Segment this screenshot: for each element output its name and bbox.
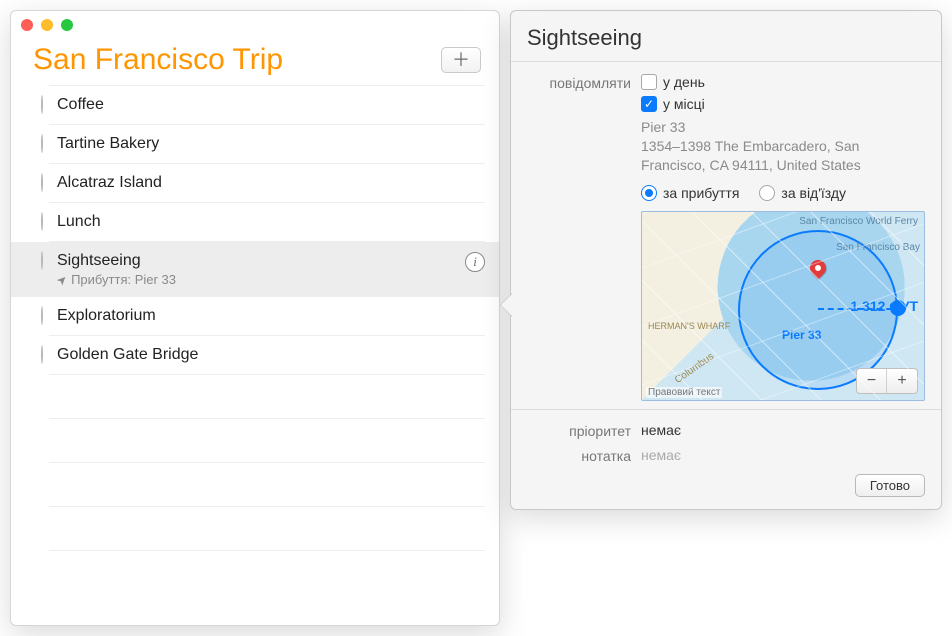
map-text-ferry: San Francisco World Ferry <box>799 216 918 227</box>
priority-value[interactable]: немає <box>641 422 925 439</box>
reminder-title: Lunch <box>57 213 471 231</box>
location-street: 1354–1398 The Embarcadero, San Francisco… <box>641 138 861 173</box>
reminder-title: Exploratorium <box>57 307 471 325</box>
location-address[interactable]: Pier 33 1354–1398 The Embarcadero, San F… <box>641 118 925 175</box>
location-name: Pier 33 <box>641 119 685 135</box>
priority-label: пріоритет <box>527 422 631 439</box>
geofence-distance-label: 1 312 ФУТ <box>850 298 918 314</box>
map-text-street: Columbus <box>673 351 716 386</box>
map-zoom-control: − + <box>856 368 918 394</box>
empty-row <box>49 463 485 507</box>
map-pin-label: Pier 33 <box>782 328 821 342</box>
complete-checkbox[interactable] <box>41 345 43 364</box>
done-button[interactable]: Готово <box>855 474 925 497</box>
reminders-window: San Francisco Trip ＋ Coffee Tartine Baker… <box>10 10 500 626</box>
location-arrow-icon: ➤ <box>54 271 71 288</box>
reminder-subtitle: ➤Прибуття: Pier 33 <box>57 272 451 287</box>
window-zoom-button[interactable] <box>61 19 73 31</box>
reminder-list: Coffee Tartine Bakery Alcatraz Island Lunch… <box>11 85 499 551</box>
window-titlebar <box>11 11 499 39</box>
reminder-title: Tartine Bakery <box>57 135 471 153</box>
complete-checkbox[interactable] <box>41 306 43 325</box>
arriving-label: за прибуття <box>663 185 739 201</box>
reminder-title: Alcatraz Island <box>57 174 471 192</box>
list-title: San Francisco Trip <box>33 43 441 77</box>
map-text-wharf: HERMAN'S WHARF <box>648 322 730 331</box>
map-zoom-out-button[interactable]: − <box>857 369 887 393</box>
complete-checkbox[interactable] <box>41 95 43 114</box>
remind-at-location-label: у місці <box>663 96 705 112</box>
window-close-button[interactable] <box>21 19 33 31</box>
remind-at-location-checkbox[interactable] <box>641 96 657 112</box>
add-reminder-button[interactable]: ＋ <box>441 47 481 73</box>
reminder-detail-popover: Sightseeing повідомляти у день у місці P… <box>510 10 942 510</box>
detail-title[interactable]: Sightseeing <box>527 25 925 51</box>
complete-checkbox[interactable] <box>41 173 43 192</box>
divider <box>511 61 941 62</box>
empty-row <box>49 419 485 463</box>
reminder-item[interactable]: Exploratorium <box>49 297 485 336</box>
empty-row <box>49 375 485 419</box>
arriving-radio[interactable] <box>641 185 657 201</box>
reminder-item[interactable]: Coffee <box>49 85 485 125</box>
popover-arrow <box>501 293 513 317</box>
reminder-title: Sightseeing <box>57 252 451 270</box>
list-header: San Francisco Trip ＋ <box>11 39 499 85</box>
complete-checkbox[interactable] <box>41 251 43 270</box>
empty-row <box>49 507 485 551</box>
reminder-item[interactable]: Alcatraz Island <box>49 164 485 203</box>
reminder-item[interactable]: Sightseeing ➤Прибуття: Pier 33 i <box>11 242 499 297</box>
note-field[interactable]: немає <box>641 447 925 464</box>
leaving-radio[interactable] <box>759 185 775 201</box>
map-zoom-in-button[interactable]: + <box>887 369 917 393</box>
info-button[interactable]: i <box>465 252 485 272</box>
map-attribution[interactable]: Правовий текст <box>646 387 722 398</box>
leaving-label: за від'їзду <box>781 185 846 201</box>
reminder-item[interactable]: Lunch <box>49 203 485 242</box>
window-minimize-button[interactable] <box>41 19 53 31</box>
reminder-title: Coffee <box>57 96 471 114</box>
location-map[interactable]: Pier 33 1 312 ФУТ San Francisco World Fe… <box>641 211 925 401</box>
reminder-item[interactable]: Tartine Bakery <box>49 125 485 164</box>
reminder-title: Golden Gate Bridge <box>57 346 471 364</box>
note-label: нотатка <box>527 447 631 464</box>
remind-label: повідомляти <box>527 74 631 401</box>
remind-on-day-checkbox[interactable] <box>641 74 657 90</box>
complete-checkbox[interactable] <box>41 212 43 231</box>
map-text-bay: San Francisco Bay <box>836 242 920 253</box>
reminder-item[interactable]: Golden Gate Bridge <box>49 336 485 375</box>
divider <box>511 409 941 410</box>
remind-on-day-label: у день <box>663 74 705 90</box>
complete-checkbox[interactable] <box>41 134 43 153</box>
